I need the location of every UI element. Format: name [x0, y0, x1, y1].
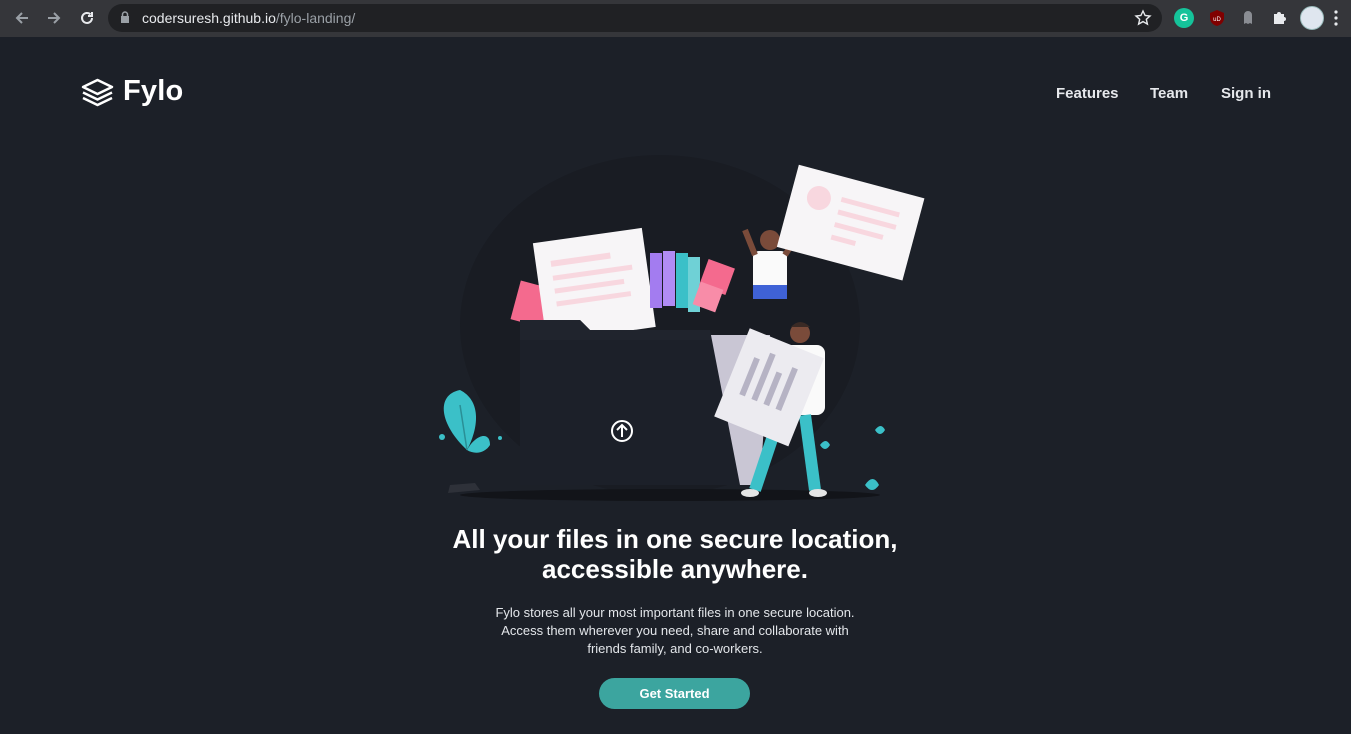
nav-sign-in[interactable]: Sign in [1221, 85, 1271, 102]
description-line-1: Fylo stores all your most important file… [495, 605, 855, 620]
ghostery-icon[interactable] [1238, 8, 1258, 28]
puzzle-shape [1274, 12, 1286, 24]
ublock-label: uD [1213, 17, 1221, 23]
grammarly-letter: G [1179, 12, 1189, 24]
url-path: /fylo-landing/ [275, 10, 356, 26]
reload-button[interactable] [75, 6, 99, 30]
arrow-right-icon [48, 12, 61, 24]
arrow-left-icon [15, 12, 28, 24]
logo-text: Fylo [123, 75, 184, 107]
bookmark-star-icon[interactable] [1134, 9, 1152, 27]
nav-features[interactable]: Features [1056, 85, 1119, 102]
nav-team[interactable]: Team [1150, 85, 1188, 102]
browser-toolbar: codersuresh.github.io/fylo-landing/ G uD [0, 0, 1351, 37]
ublock-icon[interactable]: uD [1207, 8, 1227, 28]
url-host: codersuresh.github.io [142, 10, 276, 26]
hero-illustration [439, 155, 925, 501]
ghost-shape [1244, 11, 1252, 24]
avatar[interactable] [1300, 6, 1324, 30]
grammarly-icon[interactable]: G [1174, 8, 1194, 28]
headline-line-1: All your files in one secure location, [452, 524, 898, 554]
headline-line-2: accessible anywhere. [542, 554, 808, 584]
description-line-3: friends family, and co-workers. [587, 641, 763, 656]
back-button[interactable] [10, 6, 34, 30]
lock-icon [121, 11, 129, 23]
hero-description: Fylo stores all your most important file… [470, 604, 880, 658]
forward-button[interactable] [42, 6, 66, 30]
get-started-button[interactable]: Get Started [599, 678, 750, 709]
ublock-shield: uD [1210, 10, 1224, 26]
reload-icon [81, 11, 93, 24]
puzzle-icon[interactable] [1270, 8, 1290, 28]
logo[interactable]: Fylo [80, 75, 183, 108]
more-menu-icon[interactable] [1334, 10, 1338, 26]
landing-page: Fylo Features Team Sign in All your file… [0, 37, 1351, 734]
url-text: codersuresh.github.io/fylo-landing/ [142, 10, 355, 26]
hero-headline: All your files in one secure location, a… [375, 524, 975, 584]
layers-icon [81, 78, 114, 106]
address-bar[interactable]: codersuresh.github.io/fylo-landing/ [108, 4, 1162, 32]
description-line-2: Access them wherever you need, share and… [501, 623, 849, 638]
